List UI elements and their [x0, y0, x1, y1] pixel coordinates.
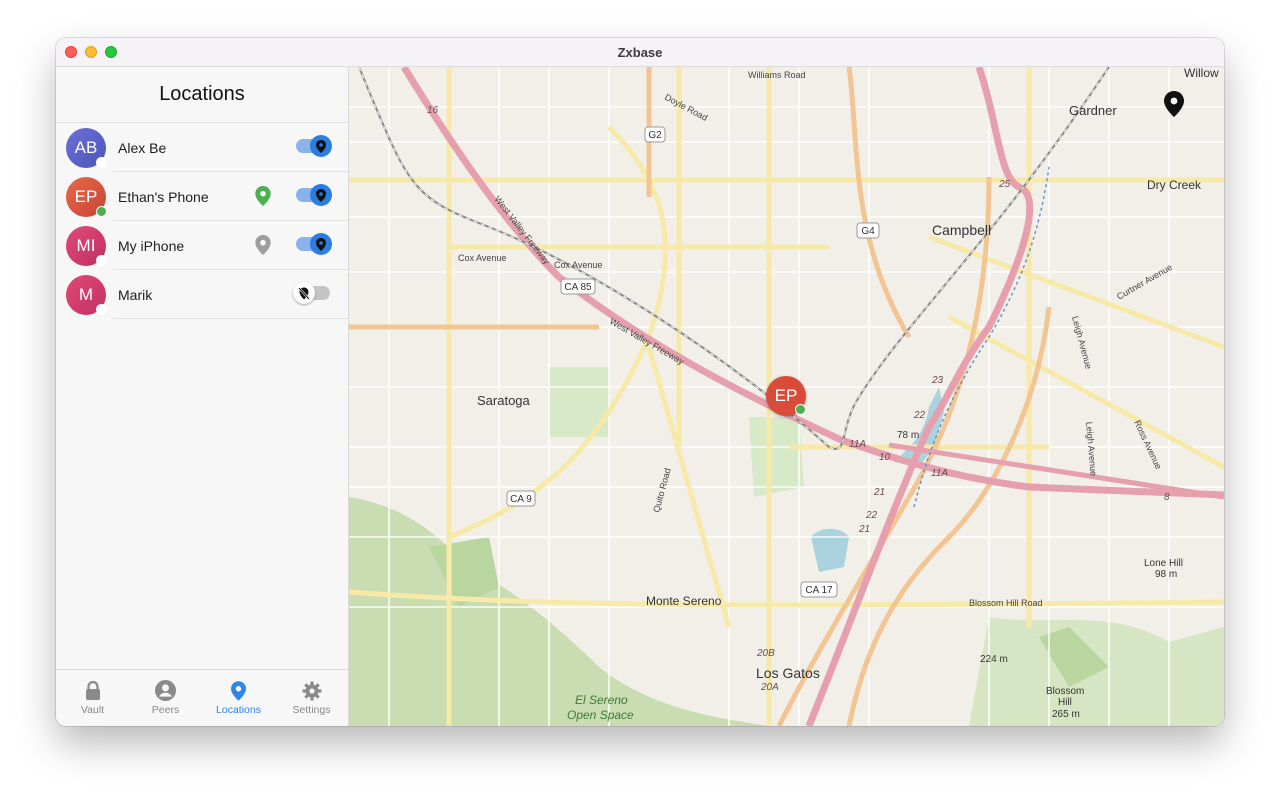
road-label: Blossom Hill Road	[969, 598, 1043, 608]
location-pin-icon	[310, 233, 332, 255]
avatar-initials: AB	[74, 138, 98, 157]
marker-initials: EP	[774, 386, 798, 405]
avatar: EP	[66, 177, 107, 217]
elevation-label: 265 m	[1052, 709, 1080, 720]
location-sharing-toggle[interactable]	[293, 282, 330, 304]
map-view[interactable]: G2 G4 CA 85 CA 9 CA 17 16 25 23 22 22 21…	[349, 67, 1224, 726]
elevation-label: 78 m	[897, 430, 919, 441]
tab-label: Peers	[151, 704, 180, 716]
route-number: 22	[865, 510, 878, 521]
person-icon	[155, 680, 176, 701]
route-number: 11A	[931, 468, 948, 479]
sidebar: Locations AB Alex Be EP Ethan's Phone MI…	[56, 67, 349, 726]
route-number: 22	[913, 410, 926, 421]
route-number: 20B	[756, 648, 775, 659]
route-number: 21	[858, 524, 870, 535]
place-label: Gardner	[1069, 103, 1117, 118]
location-sharing-toggle[interactable]	[296, 233, 332, 255]
maximize-window-button[interactable]	[105, 46, 117, 58]
route-number: 21	[873, 487, 885, 498]
lock-icon	[85, 680, 100, 700]
online-status-indicator	[795, 404, 806, 415]
peer-name: Ethan's Phone	[118, 188, 209, 205]
place-label: Hill	[1058, 697, 1072, 708]
place-label: Monte Sereno	[646, 594, 722, 608]
tab-locations[interactable]: Locations	[202, 670, 275, 726]
location-pin-icon[interactable]	[255, 235, 271, 260]
place-label: Los Gatos	[756, 665, 820, 681]
peer-name: Marik	[118, 286, 153, 303]
peer-name: My iPhone	[118, 237, 185, 254]
route-number: 16	[427, 105, 439, 116]
app-window: Zxbase Locations AB Alex Be EP Ethan's P…	[56, 38, 1224, 726]
minimize-window-button[interactable]	[85, 46, 97, 58]
place-label: Open Space	[567, 708, 634, 722]
avatar: MI	[66, 226, 107, 266]
shield-ca17: CA 17	[805, 585, 833, 596]
tab-peers[interactable]: Peers	[129, 670, 202, 726]
shield-g2: G2	[648, 130, 662, 141]
route-number: 8	[1164, 492, 1170, 503]
peer-row-ethans-phone[interactable]: EP Ethan's Phone	[56, 172, 348, 221]
location-pin-icon	[310, 135, 332, 157]
tab-vault[interactable]: Vault	[56, 670, 129, 726]
road-label: Cox Avenue	[458, 253, 506, 263]
place-label: Campbell	[932, 222, 991, 238]
location-sharing-toggle[interactable]	[296, 184, 332, 206]
window-controls	[65, 46, 117, 58]
location-pin-icon	[310, 184, 332, 206]
title-bar: Zxbase	[56, 38, 1224, 67]
road-label: Cox Avenue	[554, 260, 602, 270]
place-label: Saratoga	[477, 393, 531, 408]
place-label: Lone Hill	[1144, 558, 1183, 569]
place-label: El Sereno	[575, 693, 628, 707]
my-location-button[interactable]	[1164, 91, 1204, 131]
place-label: Dry Creek	[1147, 178, 1202, 192]
route-number: 23	[931, 375, 944, 386]
avatar-initials: EP	[74, 187, 98, 206]
place-label: Blossom	[1046, 686, 1084, 697]
route-number: 10	[879, 452, 891, 463]
elevation-label: 98 m	[1155, 569, 1177, 580]
route-number: 25	[998, 179, 1011, 190]
avatar-initials: MI	[76, 236, 96, 255]
shield-ca9: CA 9	[510, 494, 532, 505]
peer-row-my-iphone[interactable]: MI My iPhone	[56, 221, 348, 270]
route-number: 11A	[849, 439, 866, 450]
tab-bar: Vault Peers Locations Settings	[56, 669, 348, 726]
location-pin-icon[interactable]	[255, 186, 271, 211]
status-indicator	[96, 157, 107, 168]
online-status-indicator	[96, 206, 107, 217]
location-pin-icon	[231, 680, 246, 701]
tab-settings[interactable]: Settings	[275, 670, 348, 726]
status-indicator	[96, 304, 107, 315]
place-label: Willow	[1184, 67, 1219, 80]
road-label: Williams Road	[748, 70, 806, 80]
shield-g4: G4	[861, 226, 875, 237]
avatar: M	[66, 275, 107, 315]
tab-label: Vault	[80, 703, 105, 716]
close-window-button[interactable]	[65, 46, 77, 58]
sidebar-title: Locations	[56, 67, 348, 123]
peer-row-marik[interactable]: M Marik	[56, 270, 348, 319]
location-pin-icon	[1164, 91, 1184, 117]
window-title: Zxbase	[617, 44, 663, 60]
peer-row-alex-be[interactable]: AB Alex Be	[56, 123, 348, 172]
avatar: AB	[66, 128, 107, 168]
tab-label: Locations	[216, 703, 261, 716]
location-sharing-toggle[interactable]	[296, 135, 332, 157]
status-indicator	[96, 255, 107, 266]
elevation-label: 224 m	[980, 654, 1008, 665]
location-off-icon	[293, 282, 315, 304]
peer-location-marker[interactable]: EP	[766, 376, 806, 416]
shield-ca85: CA 85	[564, 282, 592, 293]
peer-name: Alex Be	[118, 139, 167, 156]
gear-icon	[302, 681, 321, 700]
route-number: 20A	[760, 682, 779, 693]
tab-label: Settings	[292, 703, 331, 716]
avatar-initials: M	[78, 285, 94, 304]
